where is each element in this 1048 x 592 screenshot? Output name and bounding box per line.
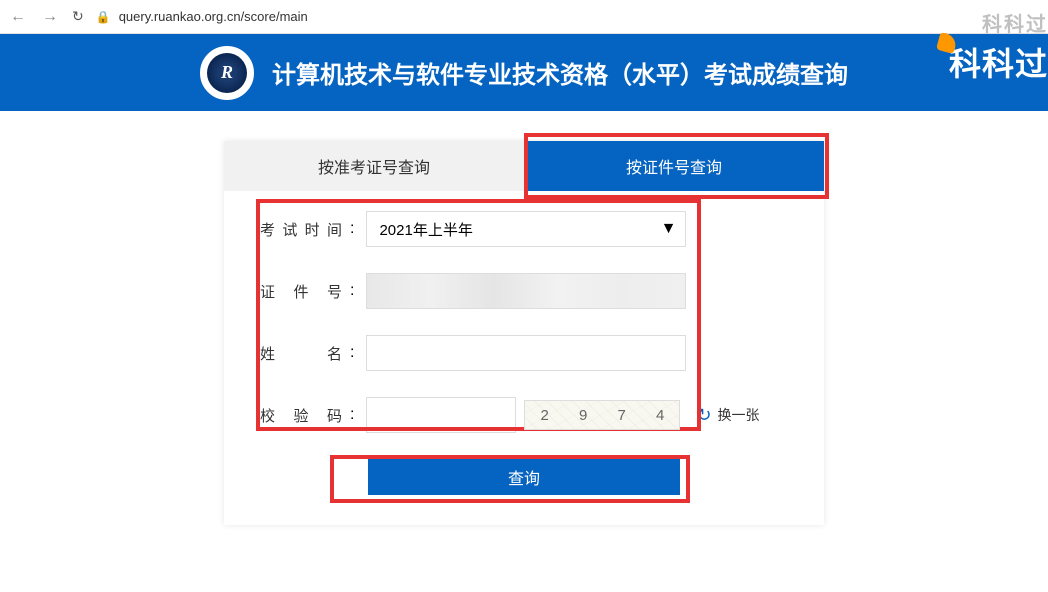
lock-icon: 🔒 <box>96 10 111 24</box>
watermark-logo: 6 科科过 <box>914 32 1048 92</box>
submit-button[interactable]: 查询 <box>368 459 680 495</box>
label-captcha: 校 验 码 <box>260 405 342 426</box>
row-captcha: 校 验 码: 2 9 7 4 ↻ 换一张 <box>260 397 788 433</box>
forward-button[interactable]: → <box>40 8 60 26</box>
reload-button[interactable]: ↻ <box>72 8 84 25</box>
refresh-icon: ↻ <box>696 405 711 426</box>
tab-admission-number[interactable]: 按准考证号查询 <box>224 141 524 191</box>
row-id-number: 证 件 号: <box>260 273 788 309</box>
chevron-down-icon: ▼ <box>661 220 677 238</box>
input-id-number[interactable] <box>366 273 686 309</box>
query-form-card: 按准考证号查询 按证件号查询 考试时间: 2021年上半年 ▼ 证 件 号: <box>224 141 824 525</box>
label-exam-time: 考试时间 <box>260 219 342 240</box>
captcha-digit-1: 2 <box>537 407 553 424</box>
label-id-number: 证 件 号 <box>260 281 342 302</box>
input-name[interactable] <box>366 335 686 371</box>
captcha-digit-2: 9 <box>575 407 591 424</box>
page-title: 计算机技术与软件专业技术资格（水平）考试成绩查询 <box>272 55 848 90</box>
watermark-main-text: 科科过 <box>949 39 1048 85</box>
refresh-label: 换一张 <box>718 405 760 425</box>
row-exam-time: 考试时间: 2021年上半年 ▼ <box>260 211 788 247</box>
tab-id-number[interactable]: 按证件号查询 <box>524 141 824 191</box>
logo-letter: R <box>221 62 233 83</box>
captcha-digit-3: 7 <box>614 407 630 424</box>
label-name: 姓 名 <box>260 343 342 364</box>
form-body: 考试时间: 2021年上半年 ▼ 证 件 号: 姓 名: 校 验 <box>224 191 824 525</box>
row-name: 姓 名: <box>260 335 788 371</box>
captcha-image[interactable]: 2 9 7 4 <box>524 400 680 430</box>
address-bar[interactable]: 🔒 query.ruankao.org.cn/score/main <box>96 9 308 24</box>
input-captcha[interactable] <box>366 397 516 433</box>
refresh-captcha[interactable]: ↻ 换一张 <box>696 405 759 426</box>
browser-toolbar: ← → ↻ 🔒 query.ruankao.org.cn/score/main <box>0 0 1048 34</box>
url-text: query.ruankao.org.cn/score/main <box>119 9 308 24</box>
back-button[interactable]: ← <box>8 8 28 26</box>
select-exam-time[interactable]: 2021年上半年 <box>366 211 686 247</box>
watermark-g-icon: 6 <box>914 32 943 92</box>
site-logo: R <box>200 46 254 100</box>
select-exam-time-value: 2021年上半年 <box>379 219 472 240</box>
tab-bar: 按准考证号查询 按证件号查询 <box>224 141 824 191</box>
captcha-digit-4: 4 <box>652 407 668 424</box>
page-header: R 计算机技术与软件专业技术资格（水平）考试成绩查询 <box>0 34 1048 111</box>
